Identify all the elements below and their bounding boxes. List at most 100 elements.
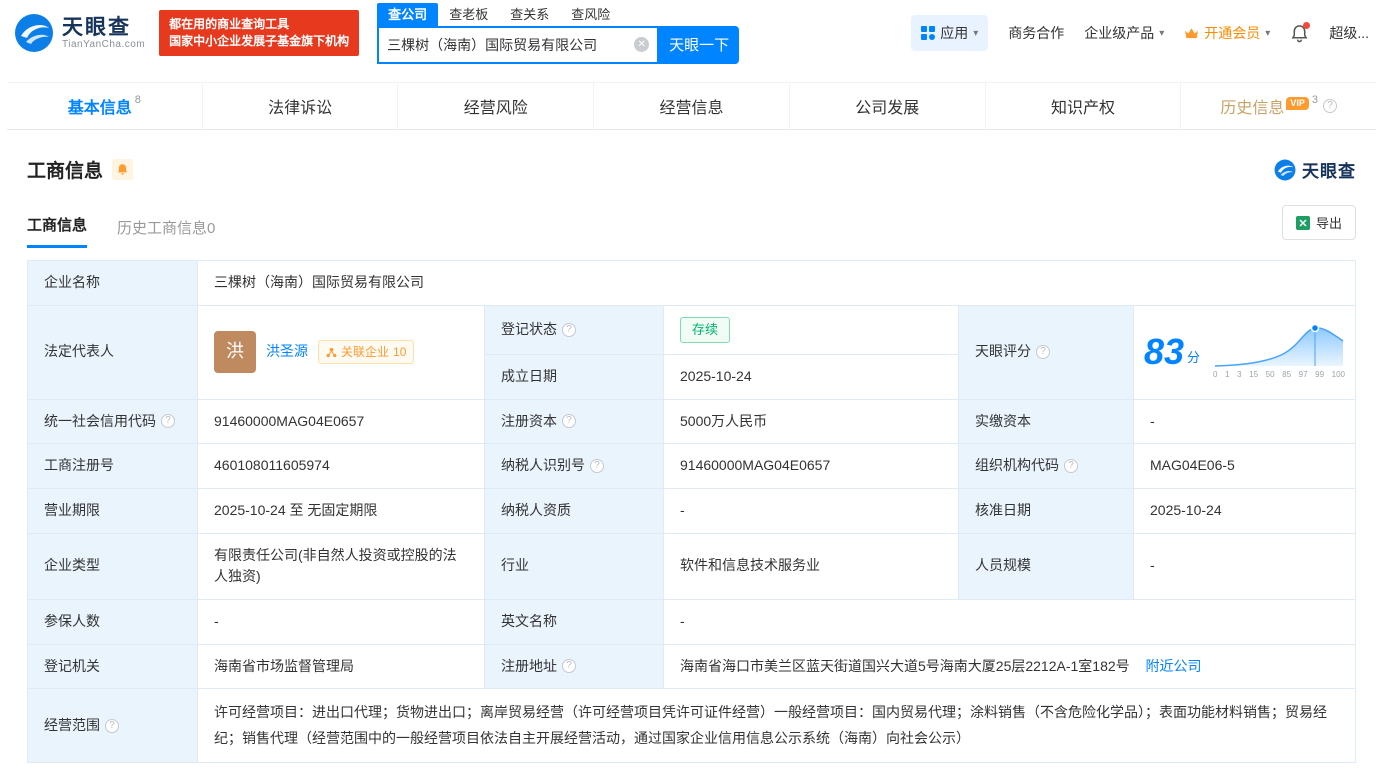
vip-badge: VIP [1286,97,1309,110]
tab-history-info[interactable]: 历史信息 VIP 3 ? [1181,83,1376,129]
legal-rep-value: 洪 洪圣源 关联企业 10 [198,305,485,399]
crown-icon [1184,27,1199,40]
top-header: 天眼查 TianYanCha.com 都在用的商业查询工具 国家中小企业发展子基… [0,0,1383,66]
subtab-business-info[interactable]: 工商信息 [27,214,87,248]
export-button[interactable]: 导出 [1282,205,1356,240]
reg-status-value: 存续 [664,305,959,354]
search-tabs: 查公司 查老板 查关系 查风险 [377,3,739,26]
reg-number-label: 工商注册号 [28,444,198,489]
excel-icon [1296,216,1310,230]
reg-address-label: 注册地址? [485,644,664,689]
promo-line1: 都在用的商业查询工具 [169,16,349,33]
business-term-value: 2025-10-24 至 无固定期限 [198,488,485,533]
search-button[interactable]: 天眼一下 [659,26,739,64]
insured-count-label: 参保人数 [28,599,198,644]
reg-address-value: 海南省海口市美兰区蓝天街道国兴大道5号海南大厦25层2212A-1室182号 附… [664,644,1356,689]
search-block: 查公司 查老板 查关系 查风险 ✕ 天眼一下 [377,3,739,64]
promo-line2: 国家中小企业发展子基金旗下机构 [169,33,349,50]
establish-date-label: 成立日期 [485,354,664,399]
approval-date-value: 2025-10-24 [1134,488,1356,533]
score-number: 83 [1144,334,1184,370]
open-vip-menu[interactable]: 开通会员 ▾ [1184,23,1270,43]
brand-watermark-text: 天眼查 [1302,157,1356,182]
apps-menu[interactable]: 应用 ▾ [911,15,988,51]
tab-basic-info[interactable]: 基本信息 8 [7,83,203,129]
tianyancha-logo[interactable]: 天眼查 TianYanCha.com [14,13,145,53]
subtabs-row: 工商信息 历史工商信息0 导出 [27,205,1356,248]
apps-label: 应用 [940,23,968,43]
english-name-label: 英文名称 [485,599,664,644]
table-row: 经营范围? 许可经营项目：进出口代理；货物进出口；离岸贸易经营（许可经营项目凭许… [28,689,1356,762]
notifications-bell[interactable] [1290,24,1309,43]
taxpayer-quality-label: 纳税人资质 [485,488,664,533]
legal-rep-name-link[interactable]: 洪圣源 [266,341,308,363]
search-tab-company[interactable]: 查公司 [377,3,438,26]
help-icon[interactable]: ? [1064,459,1078,473]
subscribe-bell-button[interactable] [112,159,133,180]
help-icon[interactable]: ? [590,459,604,473]
company-type-value: 有限责任公司(非自然人投资或控股的法人独资) [198,533,485,599]
related-companies-icon [326,347,337,358]
header-menu: 应用 ▾ 商务合作 企业级产品 ▾ 开通会员 ▾ 超级... [911,15,1369,51]
chevron-down-icon: ▾ [1265,28,1270,39]
subtab-history-business-info[interactable]: 历史工商信息0 [117,217,215,248]
approval-date-label: 核准日期 [959,488,1134,533]
tab-intellectual-property[interactable]: 知识产权 [986,83,1182,129]
industry-label: 行业 [485,533,664,599]
search-tab-relation[interactable]: 查关系 [499,3,560,26]
business-cooperation-link[interactable]: 商务合作 [1008,23,1064,43]
super-vip-menu[interactable]: 超级... [1329,23,1369,43]
business-info-table: 企业名称 三棵树（海南）国际贸易有限公司 法定代表人 洪 洪圣源 [27,260,1356,763]
legal-rep-label: 法定代表人 [28,305,198,399]
enterprise-products-menu[interactable]: 企业级产品 ▾ [1084,23,1164,43]
brand-watermark: 天眼查 [1274,157,1356,182]
help-icon[interactable]: ? [562,323,576,337]
legal-rep-avatar[interactable]: 洪 [214,331,256,373]
search-input[interactable] [387,37,634,53]
business-scope-value: 许可经营项目：进出口代理；货物进出口；离岸贸易经营（许可经营项目凭许可证件经营）… [198,689,1356,762]
search-tab-boss[interactable]: 查老板 [438,3,499,26]
score-value: 83 分 [1134,305,1356,399]
help-icon[interactable]: ? [1036,345,1050,359]
tab-operating-risk[interactable]: 经营风险 [398,83,594,129]
score-axis: 0131550859799100 [1213,369,1345,381]
table-row: 工商注册号 460108011605974 纳税人识别号? 91460000MA… [28,444,1356,489]
help-icon[interactable]: ? [1323,99,1337,113]
tianyancha-logo-icon [1274,159,1296,181]
logo-domain: TianYanCha.com [62,39,145,50]
related-companies-tag[interactable]: 关联企业 10 [318,340,414,365]
credit-code-label: 统一社会信用代码? [28,399,198,444]
reg-authority-value: 海南省市场监督管理局 [198,644,485,689]
table-row: 统一社会信用代码? 91460000MAG04E0657 注册资本? 5000万… [28,399,1356,444]
help-icon[interactable]: ? [105,719,119,733]
taxpayer-id-label: 纳税人识别号? [485,444,664,489]
help-icon[interactable]: ? [562,414,576,428]
paid-capital-value: - [1134,399,1356,444]
english-name-value: - [664,599,1356,644]
company-name-label: 企业名称 [28,261,198,306]
related-companies-count: 10 [393,343,406,362]
help-icon[interactable]: ? [562,659,576,673]
tab-count: 3 [1312,94,1318,106]
tab-legal-proceedings[interactable]: 法律诉讼 [203,83,399,129]
search-tab-risk[interactable]: 查风险 [560,3,621,26]
section-title: 工商信息 [27,156,103,183]
establish-date-value: 2025-10-24 [664,354,959,399]
paid-capital-label: 实缴资本 [959,399,1134,444]
tab-operating-info[interactable]: 经营信息 [594,83,790,129]
notification-dot [1303,22,1310,29]
search-input-wrap: ✕ [377,26,659,64]
status-badge: 存续 [680,317,730,343]
credit-code-value: 91460000MAG04E0657 [198,399,485,444]
promo-banner: 都在用的商业查询工具 国家中小企业发展子基金旗下机构 [159,10,359,56]
org-code-value: MAG04E06-5 [1134,444,1356,489]
nearby-companies-link[interactable]: 附近公司 [1146,658,1202,674]
clear-icon[interactable]: ✕ [634,37,649,52]
help-icon[interactable]: ? [161,414,175,428]
table-row: 企业类型 有限责任公司(非自然人投资或控股的法人独资) 行业 软件和信息技术服务… [28,533,1356,599]
industry-value: 软件和信息技术服务业 [664,533,959,599]
reg-number-value: 460108011605974 [198,444,485,489]
tab-company-development[interactable]: 公司发展 [790,83,986,129]
reg-authority-label: 登记机关 [28,644,198,689]
score-unit: 分 [1187,348,1200,368]
